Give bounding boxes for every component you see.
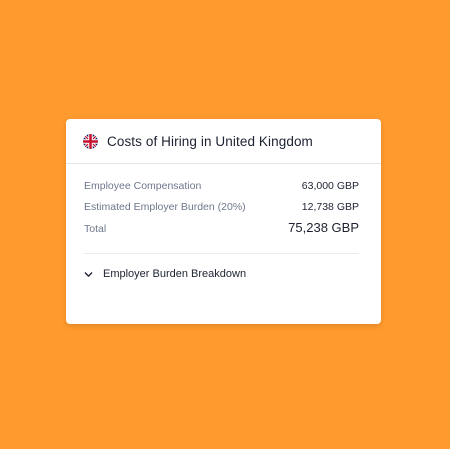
cost-rows: Employee Compensation 63,000 GBP Estimat… [66,164,381,235]
card-header: Costs of Hiring in United Kingdom [66,119,381,164]
employer-burden-breakdown-toggle[interactable]: Employer Burden Breakdown [66,268,381,280]
divider [84,253,359,254]
total-label: Total [84,223,107,235]
employer-burden-label: Estimated Employer Burden (20%) [84,201,246,213]
total-value: 75,238 GBP [288,220,359,235]
chevron-down-icon [84,271,93,277]
card-title: Costs of Hiring in United Kingdom [107,133,313,149]
compensation-value: 63,000 GBP [301,180,359,192]
uk-flag-icon [83,133,98,149]
cost-row-total: Total 75,238 GBP [84,220,359,235]
cost-row-employer-burden: Estimated Employer Burden (20%) 12,738 G… [84,201,359,213]
hiring-cost-card: Costs of Hiring in United Kingdom Employ… [66,119,381,324]
breakdown-label: Employer Burden Breakdown [103,268,247,280]
cost-row-compensation: Employee Compensation 63,000 GBP [84,180,359,192]
employer-burden-value: 12,738 GBP [301,201,359,213]
compensation-label: Employee Compensation [84,180,202,192]
